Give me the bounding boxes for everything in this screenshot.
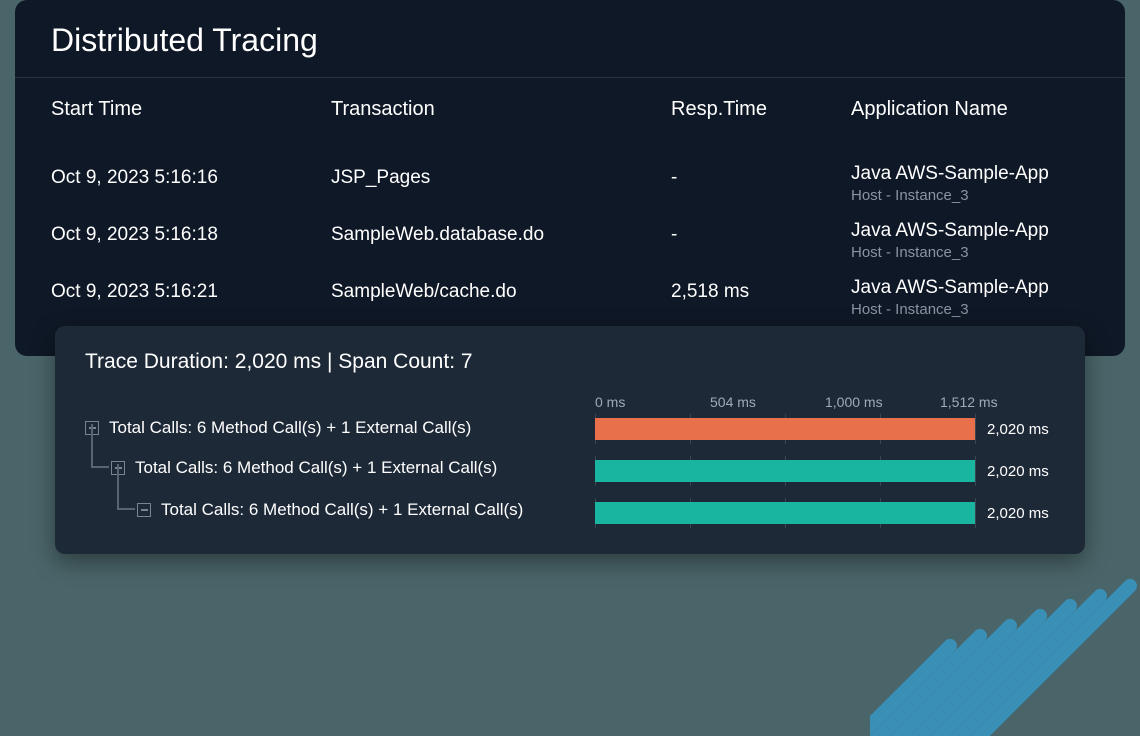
- axis-tick: 504 ms: [710, 394, 825, 410]
- span-tree-node[interactable]: Total Calls: 6 Method Call(s) + 1 Extern…: [85, 500, 575, 520]
- span-tree-node[interactable]: Total Calls: 6 Method Call(s) + 1 Extern…: [85, 458, 575, 478]
- span-label: Total Calls: 6 Method Call(s) + 1 Extern…: [135, 458, 497, 478]
- trace-table: Start Time Transaction Resp.Time Applica…: [15, 78, 1125, 356]
- bar-track: [595, 460, 975, 482]
- span-bar-row[interactable]: 2,020 ms: [595, 418, 1055, 440]
- app-name: Java AWS-Sample-App: [851, 220, 1089, 242]
- bar-track: [595, 502, 975, 524]
- timeline-bars: 2,020 ms 2,020 ms: [595, 418, 1055, 524]
- cell-resp-time: -: [671, 220, 851, 250]
- cell-transaction: SampleWeb.database.do: [331, 220, 671, 250]
- span-tree: Total Calls: 6 Method Call(s) + 1 Extern…: [85, 394, 575, 524]
- table-header: Start Time Transaction Resp.Time Applica…: [51, 98, 1089, 155]
- cell-application: Java AWS-Sample-App Host - Instance_3: [851, 277, 1089, 318]
- table-row[interactable]: Oct 9, 2023 5:16:21 SampleWeb/cache.do 2…: [51, 269, 1089, 326]
- page-title: Distributed Tracing: [15, 0, 1125, 78]
- span-label: Total Calls: 6 Method Call(s) + 1 Extern…: [161, 500, 523, 520]
- axis-tick: 0 ms: [595, 394, 710, 410]
- col-app-name: Application Name: [851, 98, 1089, 121]
- span-timeline-chart: 0 ms 504 ms 1,000 ms 1,512 ms 2,020 ms: [595, 394, 1055, 524]
- span-bar-row[interactable]: 2,020 ms: [595, 460, 1055, 482]
- cell-start-time: Oct 9, 2023 5:16:21: [51, 277, 331, 307]
- collapse-icon[interactable]: [137, 503, 151, 517]
- col-resp-time: Resp.Time: [671, 98, 851, 121]
- axis-tick: 1,512 ms: [940, 394, 1055, 410]
- span-bar-row[interactable]: 2,020 ms: [595, 502, 1055, 524]
- grid-line: [975, 456, 976, 486]
- table-row[interactable]: Oct 9, 2023 5:16:18 SampleWeb.database.d…: [51, 212, 1089, 269]
- tree-connector: [91, 466, 109, 468]
- app-host: Host - Instance_3: [851, 301, 1089, 318]
- span-label: Total Calls: 6 Method Call(s) + 1 Extern…: [109, 418, 471, 438]
- trace-summary: Trace Duration: 2,020 ms | Span Count: 7: [85, 350, 1055, 374]
- tree-connector: [91, 424, 93, 466]
- col-transaction: Transaction: [331, 98, 671, 121]
- trace-detail-body: Total Calls: 6 Method Call(s) + 1 Extern…: [85, 394, 1055, 524]
- col-start-time: Start Time: [51, 98, 331, 121]
- tree-connector: [117, 464, 119, 508]
- grid-line: [975, 498, 976, 528]
- span-duration: 2,020 ms: [987, 421, 1055, 438]
- grid-line: [975, 414, 976, 444]
- tree-connector: [117, 508, 135, 510]
- timeline-axis: 0 ms 504 ms 1,000 ms 1,512 ms: [595, 394, 1055, 410]
- cell-application: Java AWS-Sample-App Host - Instance_3: [851, 163, 1089, 204]
- span-bar: [595, 502, 975, 524]
- bar-track: [595, 418, 975, 440]
- span-bar: [595, 418, 975, 440]
- trace-detail-panel: Trace Duration: 2,020 ms | Span Count: 7…: [55, 326, 1085, 554]
- cell-resp-time: -: [671, 163, 851, 193]
- span-tree-node[interactable]: Total Calls: 6 Method Call(s) + 1 Extern…: [85, 418, 575, 438]
- app-name: Java AWS-Sample-App: [851, 277, 1089, 299]
- cell-transaction: SampleWeb/cache.do: [331, 277, 671, 307]
- app-name: Java AWS-Sample-App: [851, 163, 1089, 185]
- axis-tick: 1,000 ms: [825, 394, 940, 410]
- span-bar: [595, 460, 975, 482]
- span-duration: 2,020 ms: [987, 505, 1055, 522]
- table-row[interactable]: Oct 9, 2023 5:16:16 JSP_Pages - Java AWS…: [51, 155, 1089, 212]
- cell-application: Java AWS-Sample-App Host - Instance_3: [851, 220, 1089, 261]
- cell-start-time: Oct 9, 2023 5:16:16: [51, 163, 331, 193]
- cell-transaction: JSP_Pages: [331, 163, 671, 193]
- app-host: Host - Instance_3: [851, 187, 1089, 204]
- cell-start-time: Oct 9, 2023 5:16:18: [51, 220, 331, 250]
- tracing-panel: Distributed Tracing Start Time Transacti…: [15, 0, 1125, 356]
- span-duration: 2,020 ms: [987, 463, 1055, 480]
- app-host: Host - Instance_3: [851, 244, 1089, 261]
- cell-resp-time: 2,518 ms: [671, 277, 851, 307]
